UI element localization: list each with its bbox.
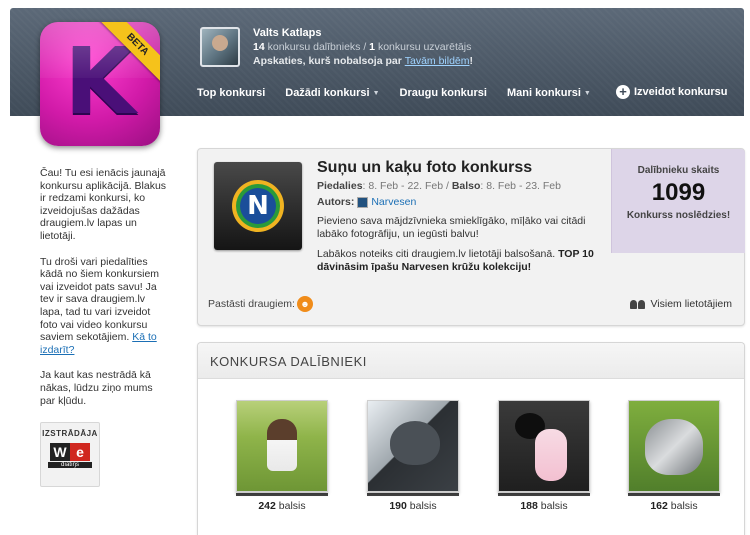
share-section: Pastāsti draugiem: ☻ (208, 296, 313, 312)
user-avatar[interactable] (200, 27, 240, 67)
dates-vote: : 8. Feb - 23. Feb (480, 180, 561, 192)
contest-dates: Piedalies: 8. Feb - 22. Feb / Balso: 8. … (317, 180, 561, 192)
plus-circle-icon: + (616, 85, 630, 99)
winner-count: 1 (369, 41, 376, 53)
nav-label: Dažādi konkursi (285, 87, 370, 99)
contest-card: N Suņu un kaķu foto konkurss Piedalies: … (197, 148, 745, 326)
developer-badge[interactable]: IZSTRĀDĀJA We dīatīŋs (40, 422, 100, 487)
nav-draugu-konkursi[interactable]: Draugu konkursi (400, 87, 487, 99)
participants-panel: KONKURSA DALĪBNIEKI 242 balsis 190 balsi… (197, 342, 745, 535)
intro-paragraph: Čau! Tu esi ienācis jaunajā konkursu apl… (40, 167, 167, 242)
votes-word: balsis (670, 500, 698, 512)
dates-participate: : 8. Feb - 22. Feb / (362, 180, 452, 192)
intro-sidebar: Čau! Tu esi ienācis jaunajā konkursu apl… (40, 167, 168, 420)
we-logo-e: e (70, 443, 90, 461)
author-link[interactable]: Narvesen (371, 196, 416, 208)
tagline-suffix: ! (469, 55, 474, 67)
entry-bar (498, 493, 590, 496)
nav-label: Mani konkursi (506, 87, 581, 99)
vote-count: 190 (389, 500, 407, 512)
participant-entry[interactable]: 162 balsis (628, 400, 720, 512)
main-nav: Top konkursi Dažādi konkursi ▼ Draugu kon… (197, 87, 611, 99)
winner-text: konkursu uzvarētājs (377, 41, 472, 53)
entry-bar (236, 493, 328, 496)
entry-photo-kitten[interactable] (628, 400, 720, 492)
count-value: 1099 (651, 179, 706, 206)
prize-text: Labākos noteiks citi draugiem.lv lietotā… (317, 248, 559, 260)
user-tagline: Apskaties, kurš nobalsoja par Tavām bild… (253, 55, 473, 67)
contest-status: Konkurss noslēdzies! (626, 210, 731, 221)
user-name[interactable]: Valts Katlaps (253, 27, 321, 39)
entry-votes: 242 balsis (236, 500, 328, 512)
vote-count: 242 (258, 500, 276, 512)
participant-entry[interactable]: 190 balsis (367, 400, 459, 512)
vote-count: 188 (520, 500, 538, 512)
visibility-label: Visiem lietotājiem (650, 298, 732, 310)
participant-entry[interactable]: 242 balsis (236, 400, 328, 512)
chevron-down-icon: ▼ (583, 90, 591, 97)
entry-photo-dog[interactable] (236, 400, 328, 492)
nav-label: Draugu konkursi (399, 87, 487, 99)
votes-word: balsis (409, 500, 437, 512)
narvesen-logo-letter: N (240, 188, 276, 224)
participant-entry[interactable]: 188 balsis (498, 400, 590, 512)
create-contest-label: Izveidot konkursu (634, 86, 728, 98)
entry-photo-cat-bunny[interactable] (498, 400, 590, 492)
participants-heading: KONKURSA DALĪBNIEKI (198, 343, 744, 379)
entry-bar (628, 493, 720, 496)
we-logo-w: W (50, 443, 70, 461)
votes-word: balsis (540, 500, 568, 512)
create-contest-button[interactable]: + Izveidot konkursu (616, 85, 728, 99)
nav-mani-konkursi[interactable]: Mani konkursi ▼ (507, 87, 591, 99)
share-label: Pastāsti draugiem: (208, 298, 295, 310)
intro-paragraph: Ja kaut kas nestrādā kā nākas, lūdzu ziņ… (40, 369, 153, 407)
we-logo: We (48, 443, 92, 462)
contest-prize: Labākos noteiks citi draugiem.lv lietotā… (317, 248, 607, 273)
nav-label: Top konkursi (197, 87, 266, 99)
developer-caption: IZSTRĀDĀJA (42, 429, 98, 438)
users-icon (630, 299, 646, 309)
chevron-down-icon: ▼ (372, 90, 380, 97)
contest-logo[interactable]: N (214, 162, 302, 250)
contest-description: Pievieno sava mājdzīvnieka smieklīgāko, … (317, 215, 586, 240)
narvesen-logo-icon: N (232, 180, 284, 232)
contest-author: Autors: Narvesen (317, 196, 416, 208)
nav-dazadi-konkursi[interactable]: Dažādi konkursi ▼ (285, 87, 379, 99)
dates-label-participate: Piedalies (317, 180, 363, 192)
app-logo[interactable]: K BETA (40, 22, 160, 146)
entry-votes: 162 balsis (628, 500, 720, 512)
user-stats: 14 konkursu dalībnieks / 1 konkursu uzva… (253, 41, 471, 53)
vote-count: 162 (650, 500, 668, 512)
intro-paragraph: Tu droši vari piedalīties kādā no šiem k… (40, 256, 168, 357)
author-page-icon (357, 196, 369, 208)
entry-photo-cat[interactable] (367, 400, 459, 492)
participant-text: konkursu dalībnieks / (267, 41, 370, 53)
votes-word: balsis (278, 500, 306, 512)
nav-top-konkursi[interactable]: Top konkursi (197, 87, 265, 99)
tagline-prefix: Apskaties, kurš nobalsoja par (253, 55, 405, 67)
your-photos-link[interactable]: Tavām bildēm (405, 55, 470, 67)
entry-bar (367, 493, 459, 496)
intro-text: Tu droši vari piedalīties kādā no šiem k… (40, 255, 160, 344)
share-icon[interactable]: ☻ (296, 296, 313, 312)
entry-votes: 188 balsis (498, 500, 590, 512)
entry-votes: 190 balsis (367, 500, 459, 512)
author-label: Autors: (317, 196, 355, 208)
visibility-all-users: Visiem lietotājiem (630, 298, 732, 310)
participant-count: 14 (253, 41, 265, 53)
count-label: Dalībnieku skaits (637, 165, 720, 176)
participant-count-box: Dalībnieku skaits 1099 Konkurss noslēdzi… (611, 149, 745, 253)
contest-title[interactable]: Suņu un kaķu foto konkurss (317, 159, 532, 177)
dates-label-vote: Balso (451, 180, 481, 192)
we-logo-sub: dīatīŋs (48, 462, 92, 468)
